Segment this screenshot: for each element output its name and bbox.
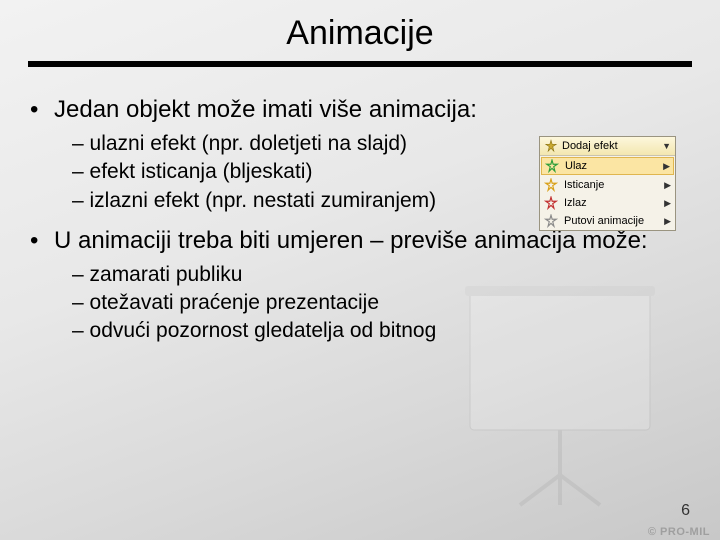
add-effect-icon — [544, 139, 558, 153]
bullet-text: Jedan objekt može imati više animacija: — [54, 95, 477, 125]
bullet-dot: • — [30, 226, 54, 256]
star-icon — [545, 159, 559, 173]
chevron-down-icon: ▼ — [662, 141, 671, 151]
menu-item-label: Izlaz — [564, 197, 660, 209]
menu-item-label: Ulaz — [565, 160, 659, 172]
star-icon — [544, 178, 558, 192]
menu-item-izlaz[interactable]: Izlaz ▶ — [540, 194, 675, 212]
bullet-dot: • — [30, 95, 54, 125]
chevron-right-icon: ▶ — [664, 216, 671, 227]
slide-number: 6 — [681, 502, 690, 520]
bullet-level2: – zamarati publiku — [72, 262, 690, 288]
star-icon — [544, 214, 558, 228]
chevron-right-icon: ▶ — [664, 198, 671, 209]
bullet-level2: – otežavati praćenje prezentacije — [72, 290, 690, 316]
menu-item-isticanje[interactable]: Isticanje ▶ — [540, 176, 675, 194]
watermark: © PRO-MIL — [648, 526, 710, 538]
title-underline — [28, 61, 692, 67]
menu-item-ulaz[interactable]: Ulaz ▶ — [541, 157, 674, 175]
menu-item-putovi[interactable]: Putovi animacije ▶ — [540, 212, 675, 230]
bullet-level2: – odvući pozornost gledatelja od bitnog — [72, 318, 690, 344]
slide-title: Animacije — [0, 0, 720, 53]
slide: Animacije • Jedan objekt može imati više… — [0, 0, 720, 540]
menu-header-label: Dodaj efekt — [562, 140, 658, 152]
chevron-right-icon: ▶ — [663, 161, 670, 172]
chevron-right-icon: ▶ — [664, 180, 671, 191]
menu-item-label: Putovi animacije — [564, 215, 660, 227]
menu-item-label: Isticanje — [564, 179, 660, 191]
effects-menu[interactable]: Dodaj efekt ▼ Ulaz ▶ Isticanje ▶ — [539, 136, 676, 231]
star-icon — [544, 196, 558, 210]
bullet-level1: • Jedan objekt može imati više animacija… — [30, 95, 690, 125]
menu-header[interactable]: Dodaj efekt ▼ — [540, 137, 675, 156]
